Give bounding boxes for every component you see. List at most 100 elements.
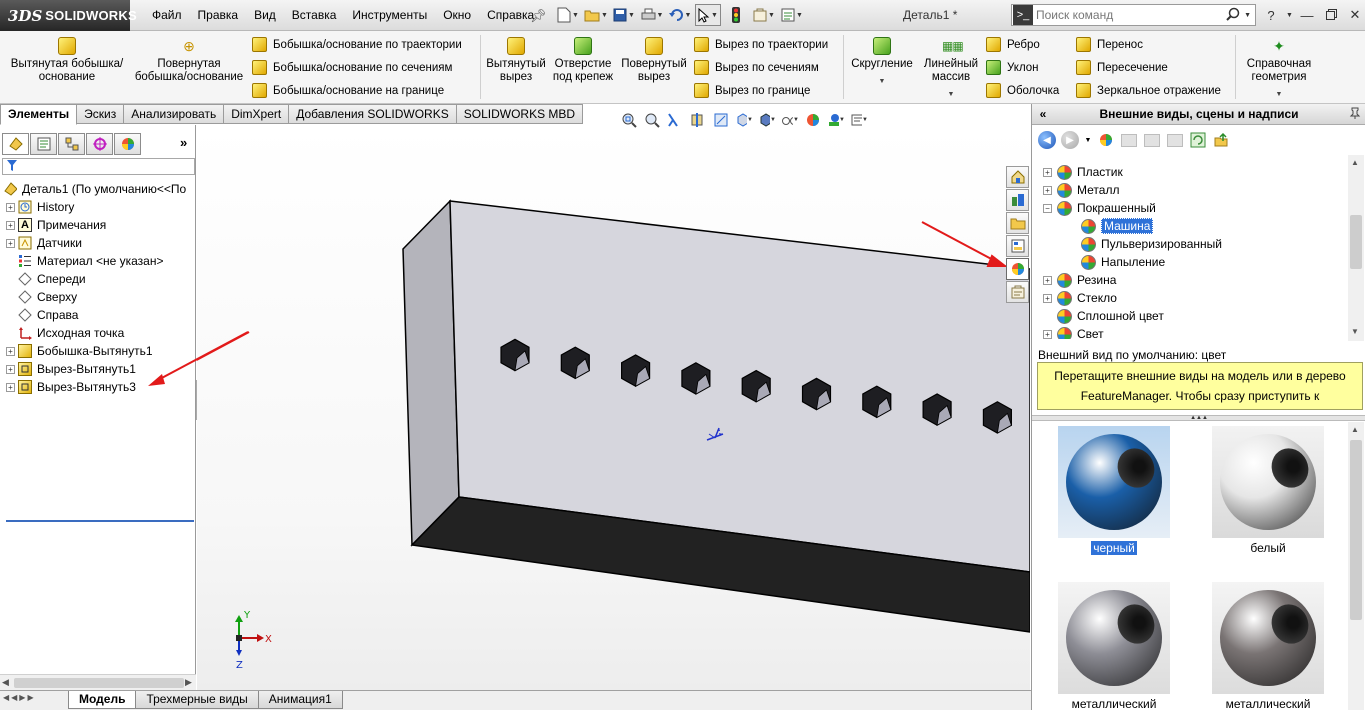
view-orientation-icon[interactable]: ▼	[735, 111, 753, 129]
fillet-button[interactable]: Скругление ▼	[846, 37, 918, 88]
lofted-cut-button[interactable]: Вырез по сечениям	[694, 56, 828, 79]
tab-navigation-arrows[interactable]: ◀◀▶▶	[0, 693, 36, 702]
tree-item-history[interactable]: + History	[0, 198, 196, 216]
zoom-to-area-icon[interactable]	[643, 111, 661, 129]
pin-pane-icon[interactable]	[1344, 107, 1365, 122]
command-search[interactable]: >_ Поиск команд ▼	[1011, 4, 1256, 26]
expand-icon[interactable]: +	[1043, 185, 1052, 195]
scroll-down-icon[interactable]: ▼	[1351, 327, 1359, 336]
collapse-icon[interactable]: −	[1043, 203, 1052, 213]
linear-pattern-dropdown-icon[interactable]: ▼	[918, 88, 984, 101]
appearances-home-icon[interactable]	[1097, 131, 1115, 149]
tab-mbd[interactable]: SOLIDWORKS MBD	[456, 104, 584, 124]
lofted-boss-button[interactable]: Бобышка/основание по сечениям	[252, 56, 462, 79]
property-manager-tab-icon[interactable]	[30, 133, 57, 155]
appearances-tab-icon[interactable]	[1006, 258, 1029, 280]
draft-button[interactable]: Уклон	[986, 56, 1059, 79]
scroll-right-icon[interactable]: ▶	[185, 677, 192, 688]
new-document-button[interactable]: ▼	[555, 4, 581, 26]
appearance-folder-powder[interactable]: Пульверизированный	[1043, 235, 1348, 253]
zoom-to-fit-icon[interactable]	[620, 111, 638, 129]
intersect-button[interactable]: Пересечение	[1076, 56, 1221, 79]
tab-dimxpert[interactable]: DimXpert	[224, 104, 290, 124]
tree-item-sensors[interactable]: + Датчики	[0, 234, 196, 252]
history-dropdown-icon[interactable]: ▼	[1084, 131, 1092, 149]
revolved-cut-button[interactable]: Повернутый вырез	[618, 37, 690, 84]
edit-appearance-icon[interactable]	[804, 111, 822, 129]
open-button[interactable]: ▼	[583, 4, 609, 26]
menu-file[interactable]: Файл	[144, 0, 190, 31]
shell-button[interactable]: Оболочка	[986, 79, 1059, 102]
refresh-icon[interactable]	[1189, 131, 1207, 149]
tab-animation1[interactable]: Анимация1	[257, 691, 343, 709]
expand-icon[interactable]: +	[1043, 293, 1052, 303]
linear-pattern-button[interactable]: ▦▦ Линейный массив ▼	[918, 37, 984, 101]
expand-icon[interactable]: +	[6, 220, 15, 230]
scroll-up-icon[interactable]: ▲	[1351, 158, 1359, 167]
expand-icon[interactable]: +	[6, 238, 15, 248]
scroll-left-icon[interactable]: ◀	[2, 677, 9, 688]
menu-pin-icon[interactable]: 📌︎	[530, 8, 547, 24]
expand-icon[interactable]: +	[1043, 167, 1052, 177]
search-dropdown-icon[interactable]: ▼	[1244, 12, 1251, 19]
select-button[interactable]: ▼	[695, 4, 721, 26]
minimize-button[interactable]: —	[1298, 8, 1316, 23]
go-up-icon[interactable]	[1212, 131, 1230, 149]
gallery-scrollbar[interactable]: ▲	[1348, 422, 1364, 710]
display-style-icon[interactable]: ▼	[758, 111, 776, 129]
configuration-manager-tab-icon[interactable]	[58, 133, 85, 155]
extruded-cut-button[interactable]: Вытянутый вырез	[484, 37, 548, 84]
expand-icon[interactable]: +	[6, 382, 15, 392]
file-properties-button[interactable]: ▼	[751, 4, 777, 26]
appearance-folder-painted[interactable]: − Покрашенный	[1043, 199, 1348, 217]
menu-window[interactable]: Окно	[435, 0, 479, 31]
more-tabs-icon[interactable]: »	[180, 135, 187, 150]
revolved-boss-button[interactable]: ⊕ Повернутая бобышка/основание	[130, 37, 248, 84]
tree-item-material[interactable]: Материал <не указан>	[0, 252, 196, 270]
help-dropdown-icon[interactable]: ▼	[1286, 12, 1293, 19]
search-icon[interactable]	[1226, 7, 1240, 24]
expand-icon[interactable]: +	[6, 364, 15, 374]
save-button[interactable]: ▼	[611, 4, 637, 26]
appearance-folder-rubber[interactable]: + Резина	[1043, 271, 1348, 289]
graphics-area[interactable]: X Y Z	[197, 125, 1030, 690]
tree-item-front-plane[interactable]: Спереди	[0, 270, 196, 288]
tab-addins[interactable]: Добавления SOLIDWORKS	[289, 104, 457, 124]
expand-icon[interactable]: +	[1043, 329, 1052, 339]
reference-geometry-dropdown-icon[interactable]: ▼	[1237, 88, 1321, 101]
view-palette-tab-icon[interactable]	[1006, 235, 1029, 257]
tab-evaluate[interactable]: Анализировать	[124, 104, 225, 124]
apply-scene-icon[interactable]: ▼	[827, 111, 845, 129]
add-folder-icon[interactable]	[1120, 131, 1138, 149]
scrollbar-thumb[interactable]	[1350, 440, 1362, 620]
menu-edit[interactable]: Правка	[190, 0, 247, 31]
print-button[interactable]: ▼	[639, 4, 665, 26]
menu-tools[interactable]: Инструменты	[344, 0, 435, 31]
scroll-up-icon[interactable]: ▲	[1351, 425, 1359, 434]
appearance-folder-solid-color[interactable]: Сплошной цвет	[1043, 307, 1348, 325]
extruded-boss-button[interactable]: Вытянутая бобышка/основание	[6, 37, 128, 84]
boundary-boss-button[interactable]: Бобышка/основание на границе	[252, 79, 462, 102]
save-location-icon[interactable]	[1166, 131, 1184, 149]
dimxpert-manager-tab-icon[interactable]	[86, 133, 113, 155]
feature-tree-tab-icon[interactable]	[2, 133, 29, 155]
expand-icon[interactable]: +	[6, 346, 15, 356]
hole-wizard-button[interactable]: Отверстие под крепеж	[550, 37, 616, 84]
wrap-button[interactable]: Перенос	[1076, 33, 1221, 56]
previous-view-icon[interactable]	[666, 111, 684, 129]
dynamic-annotation-icon[interactable]	[712, 111, 730, 129]
tree-item-annotations[interactable]: + A Примечания	[0, 216, 196, 234]
swept-cut-button[interactable]: Вырез по траектории	[694, 33, 828, 56]
tab-model[interactable]: Модель	[68, 691, 137, 709]
custom-properties-tab-icon[interactable]	[1006, 281, 1029, 303]
tab-sketch[interactable]: Эскиз	[77, 104, 125, 124]
appearances-tree-scrollbar[interactable]: ▲ ▼	[1348, 155, 1364, 341]
appearance-folder-plastic[interactable]: + Пластик	[1043, 163, 1348, 181]
appearance-folder-car[interactable]: Машина	[1043, 217, 1348, 235]
add-location-icon[interactable]	[1143, 131, 1161, 149]
appearance-folder-metal[interactable]: + Металл	[1043, 181, 1348, 199]
back-icon[interactable]: ◀	[1038, 131, 1056, 149]
boundary-cut-button[interactable]: Вырез по границе	[694, 79, 828, 102]
menu-insert[interactable]: Вставка	[284, 0, 345, 31]
tree-item-right-plane[interactable]: Справа	[0, 306, 196, 324]
